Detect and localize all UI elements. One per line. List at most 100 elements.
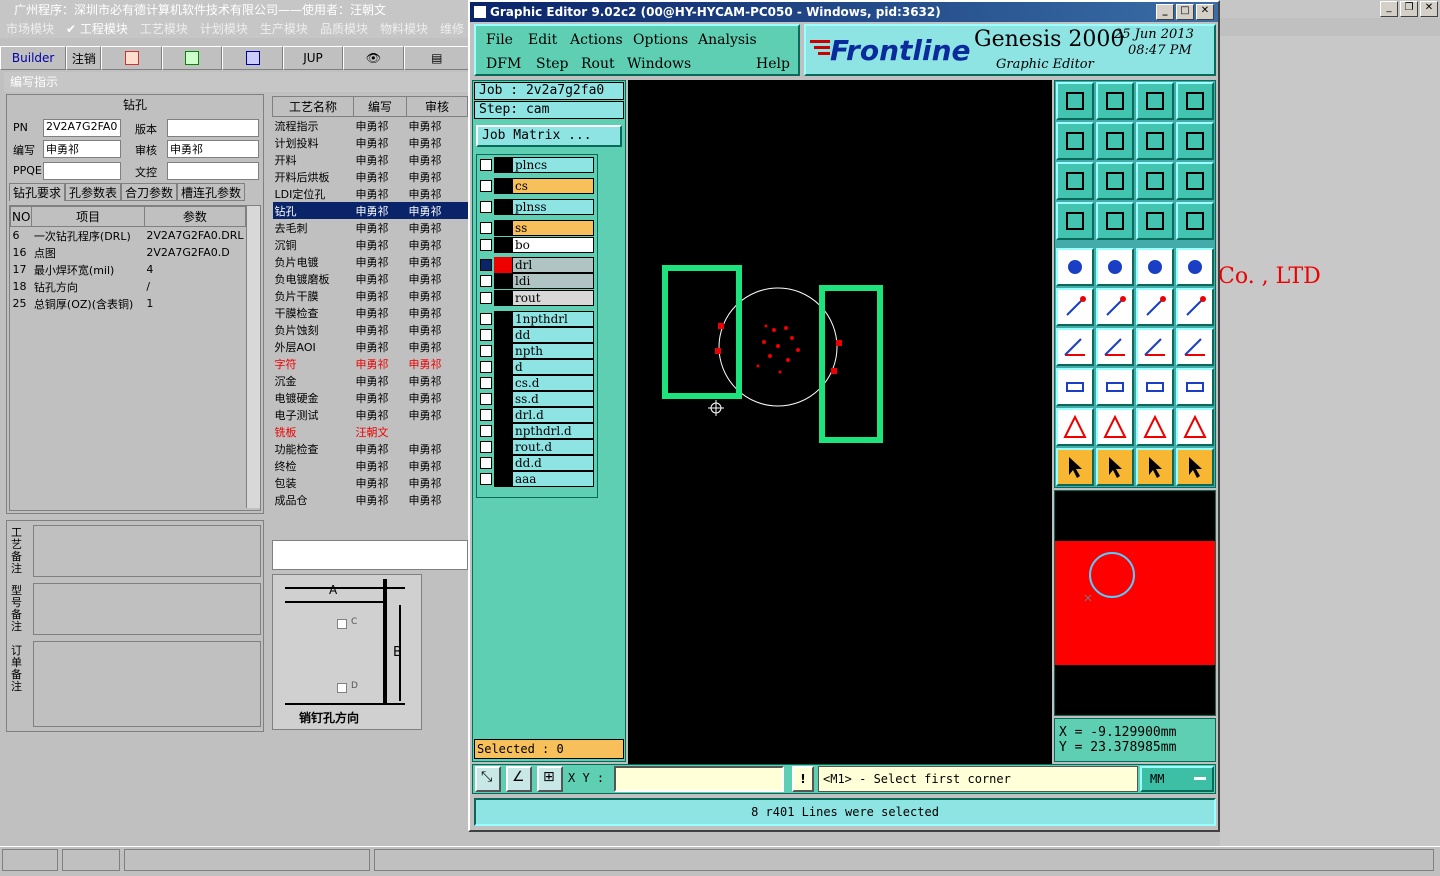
layer-checkbox[interactable] bbox=[480, 222, 492, 234]
layer-checkbox[interactable] bbox=[480, 201, 492, 213]
menu-rout[interactable]: Rout bbox=[581, 56, 615, 72]
minimize-button[interactable]: _ bbox=[1380, 1, 1398, 17]
layer-red-button[interactable] bbox=[1136, 202, 1174, 240]
checkbox-c[interactable] bbox=[337, 619, 347, 629]
layer-row-rout.d[interactable]: rout.d bbox=[478, 439, 596, 455]
triangle-cross-button[interactable] bbox=[1176, 408, 1214, 446]
triangle-arrow-button[interactable] bbox=[1136, 408, 1174, 446]
table-row[interactable]: 17 最小焊环宽(mil) 4 bbox=[11, 261, 246, 278]
layer-checkbox[interactable] bbox=[480, 345, 492, 357]
genesis-close-button[interactable]: ✕ bbox=[1196, 4, 1214, 20]
layer-checkbox[interactable] bbox=[480, 441, 492, 453]
word-button[interactable] bbox=[222, 46, 283, 70]
pn-field[interactable]: 2V2A7G2FA0 bbox=[43, 119, 121, 137]
genesis-maximize-button[interactable]: □ bbox=[1176, 4, 1194, 20]
layer-row-cs[interactable]: cs bbox=[478, 178, 596, 194]
select-net-button[interactable] bbox=[1176, 448, 1214, 486]
jup-button[interactable]: JUP bbox=[282, 46, 344, 70]
ruler-button[interactable] bbox=[1136, 248, 1174, 286]
select-alt-button[interactable] bbox=[1136, 448, 1174, 486]
menu-step[interactable]: Step bbox=[536, 56, 568, 72]
save-button[interactable] bbox=[1096, 82, 1134, 120]
table-row[interactable]: 6 一次钻孔程序(DRL) 2V2A7G2FA0.DRL bbox=[11, 227, 246, 245]
move-button[interactable] bbox=[1056, 368, 1094, 406]
menu-process[interactable]: 工艺模块 bbox=[134, 20, 194, 37]
layer-checkbox[interactable] bbox=[480, 377, 492, 389]
home-button[interactable] bbox=[1136, 82, 1174, 120]
table-row[interactable]: 钻孔 申勇祁 申勇祁 bbox=[272, 202, 468, 219]
ppt-button[interactable] bbox=[101, 46, 162, 70]
zoom-fit-button[interactable]: ⤡ bbox=[475, 766, 501, 792]
diagonal-button[interactable] bbox=[1096, 328, 1134, 366]
layer-checkbox[interactable] bbox=[480, 292, 492, 304]
menu-engineering[interactable]: ✔ 工程模块 bbox=[60, 20, 134, 37]
builder-button[interactable]: Builder bbox=[0, 46, 67, 70]
layer-row-plnss[interactable]: plnss bbox=[478, 199, 596, 215]
layer-row-dd[interactable]: dd bbox=[478, 327, 596, 343]
table-row[interactable]: 25 总铜厚(OZ)(含表铜) 1 bbox=[11, 295, 246, 312]
triangle-button[interactable] bbox=[1056, 408, 1094, 446]
menu-options[interactable]: Options bbox=[633, 32, 688, 48]
table-row[interactable]: 成品仓 申勇祁 申勇祁 bbox=[273, 491, 468, 508]
menu-file[interactable]: File bbox=[486, 32, 513, 48]
tab-slot-params[interactable]: 槽连孔参数 bbox=[177, 183, 246, 201]
table-row[interactable]: 流程指示 申勇祁 申勇祁 bbox=[273, 117, 468, 135]
author-field[interactable]: 申勇祁 bbox=[43, 140, 121, 158]
process-note-field[interactable] bbox=[272, 540, 468, 570]
table-row[interactable]: 开料后烘板 申勇祁 申勇祁 bbox=[273, 168, 468, 185]
db-button[interactable]: ▤ bbox=[403, 46, 470, 70]
menu-windows[interactable]: Windows bbox=[627, 56, 691, 72]
pan-button[interactable] bbox=[1096, 162, 1134, 200]
table-row[interactable]: 沉铜 申勇祁 申勇祁 bbox=[273, 236, 468, 253]
table-row[interactable]: 电子测试 申勇祁 申勇祁 bbox=[273, 406, 468, 423]
table-row[interactable]: 字符 申勇祁 申勇祁 bbox=[273, 355, 468, 372]
layer-checkbox[interactable] bbox=[480, 409, 492, 421]
help-button[interactable] bbox=[1176, 162, 1214, 200]
restore-button[interactable]: ❐ bbox=[1400, 1, 1418, 17]
shapes-button[interactable] bbox=[1176, 368, 1214, 406]
line-button[interactable] bbox=[1136, 288, 1174, 326]
version-field[interactable] bbox=[167, 119, 259, 137]
units-select[interactable]: MM bbox=[1140, 766, 1214, 792]
select-arrow-button[interactable] bbox=[1056, 448, 1094, 486]
layer-checkbox[interactable] bbox=[480, 159, 492, 171]
table-row[interactable]: 包装 申勇祁 申勇祁 bbox=[273, 474, 468, 491]
undo-zoom-button[interactable] bbox=[1136, 122, 1174, 160]
req-table-scrollbar[interactable] bbox=[246, 206, 260, 508]
polygon-button[interactable] bbox=[1096, 248, 1134, 286]
layer-row-d[interactable]: d bbox=[478, 359, 596, 375]
layer-row-bo[interactable]: bo bbox=[478, 237, 596, 253]
table-row[interactable]: 功能检查 申勇祁 申勇祁 bbox=[273, 440, 468, 457]
layer-checkbox[interactable] bbox=[480, 313, 492, 325]
layer-checkbox[interactable] bbox=[480, 329, 492, 341]
layer-row-npthdrl.d[interactable]: npthdrl.d bbox=[478, 423, 596, 439]
model-remark-field[interactable] bbox=[33, 583, 261, 635]
layer-checkbox[interactable] bbox=[480, 425, 492, 437]
table-row[interactable]: 铣板 汪朝文 bbox=[273, 423, 468, 440]
excel-button[interactable] bbox=[161, 46, 223, 70]
window-button[interactable] bbox=[1176, 82, 1214, 120]
mirror-button[interactable] bbox=[1176, 328, 1214, 366]
logout-button[interactable]: 注销 bbox=[66, 46, 102, 70]
table-row[interactable]: 沉金 申勇祁 申勇祁 bbox=[273, 372, 468, 389]
tab-tool-params[interactable]: 合刀参数 bbox=[121, 183, 178, 201]
tab-hole-params[interactable]: 孔参数表 bbox=[65, 183, 122, 201]
layer-checkbox[interactable] bbox=[480, 361, 492, 373]
table-row[interactable]: 干膜检查 申勇祁 申勇祁 bbox=[273, 304, 468, 321]
menu-actions[interactable]: Actions bbox=[570, 32, 623, 48]
menu-production[interactable]: 生产模块 bbox=[254, 20, 314, 37]
layer-checkbox[interactable] bbox=[480, 275, 492, 287]
layer-checkbox[interactable] bbox=[480, 457, 492, 469]
arc-button[interactable] bbox=[1136, 328, 1174, 366]
layer-row-npth[interactable]: npth bbox=[478, 343, 596, 359]
menu-help[interactable]: Help bbox=[756, 56, 790, 72]
layer-row-drl[interactable]: drl bbox=[478, 257, 596, 273]
layer-row-cs.d[interactable]: cs.d bbox=[478, 375, 596, 391]
open-button[interactable] bbox=[1056, 82, 1094, 120]
ppqe-field[interactable] bbox=[43, 162, 121, 180]
menu-quality[interactable]: 品质模块 bbox=[314, 20, 374, 37]
checkbox-d[interactable] bbox=[337, 683, 347, 693]
menu-market[interactable]: 市场模块 bbox=[0, 20, 60, 37]
pad-button[interactable] bbox=[1056, 248, 1094, 286]
layer-checkbox[interactable] bbox=[480, 239, 492, 251]
